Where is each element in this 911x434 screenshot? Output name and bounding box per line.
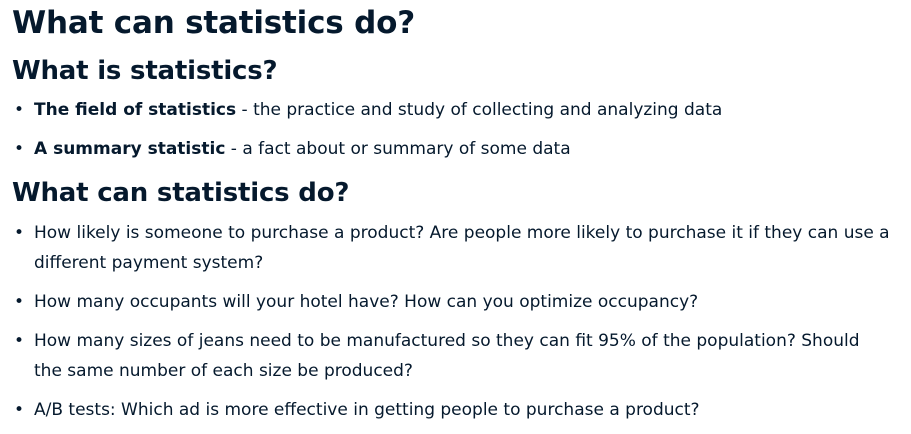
- term-description: - the practice and study of collecting a…: [236, 100, 723, 120]
- bullet-icon: •: [14, 400, 25, 420]
- questions-list: • How likely is someone to purchase a pr…: [12, 218, 892, 434]
- section-heading-what-is-statistics: What is statistics?: [12, 56, 278, 86]
- list-item: • A/B tests: Which ad is more effective …: [12, 395, 892, 425]
- bullet-icon: •: [14, 223, 25, 243]
- bullet-icon: •: [14, 100, 25, 120]
- term-label: The field of statistics: [34, 100, 237, 120]
- definition-list: • The field of statistics - the practice…: [12, 95, 892, 173]
- list-item-text: How likely is someone to purchase a prod…: [34, 223, 890, 273]
- list-item: • How likely is someone to purchase a pr…: [12, 218, 892, 278]
- list-item-text: How many sizes of jeans need to be manuf…: [34, 331, 860, 381]
- list-item-text: A/B tests: Which ad is more effective in…: [34, 400, 700, 420]
- list-item: • How many sizes of jeans need to be man…: [12, 326, 892, 386]
- list-item: • A summary statistic - a fact about or …: [12, 134, 892, 164]
- term-label: A summary statistic: [34, 139, 226, 159]
- bullet-icon: •: [14, 139, 25, 159]
- list-item: • How many occupants will your hotel hav…: [12, 287, 892, 317]
- bullet-icon: •: [14, 292, 25, 312]
- page-title: What can statistics do?: [12, 5, 415, 41]
- term-description: - a fact about or summary of some data: [225, 139, 571, 159]
- bullet-icon: •: [14, 331, 25, 351]
- list-item-text: How many occupants will your hotel have?…: [34, 292, 699, 312]
- section-heading-what-can-statistics-do: What can statistics do?: [12, 178, 350, 208]
- list-item: • The field of statistics - the practice…: [12, 95, 892, 125]
